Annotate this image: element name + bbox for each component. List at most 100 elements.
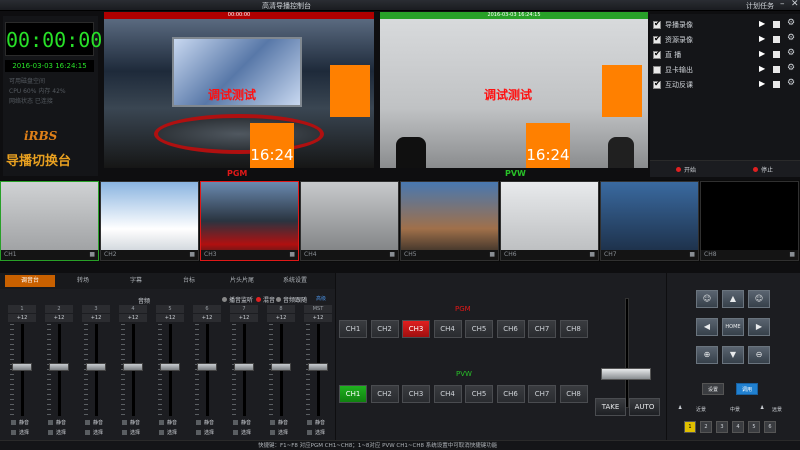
source-thumb-ch5[interactable]: CH5 ■ [400,181,499,261]
preset-6[interactable]: 6 [764,421,776,433]
task-row[interactable]: 显卡输出 ▶ ⚙ [651,63,799,77]
task-row[interactable]: 资源录像 ▶ ⚙ [651,33,799,47]
close-button[interactable]: ✕ [791,0,799,9]
near-shot-icon[interactable]: ♟ [678,405,682,411]
gear-icon[interactable]: ⚙ [787,33,795,43]
task-row[interactable]: 互动反课 ▶ ⚙ [651,78,799,92]
solo-toggle[interactable]: 选择 [11,429,37,437]
source-thumb-ch6[interactable]: CH6 ■ [500,181,599,261]
play-icon[interactable]: ▶ [759,19,765,28]
ptz-person-icon[interactable]: ☺ [696,290,718,308]
source-thumb-ch3[interactable]: CH3 ■ [200,181,299,261]
preset-4[interactable]: 4 [732,421,744,433]
task-checkbox[interactable] [653,66,661,74]
task-checkbox[interactable] [653,34,661,44]
pvw-button-ch1[interactable]: CH1 [339,385,367,403]
pvw-button-ch7[interactable]: CH7 [528,385,556,403]
schedule-menu[interactable]: 计划任务 [746,1,774,11]
pvw-button-ch4[interactable]: CH4 [433,385,462,403]
task-row[interactable]: 直 播 ▶ ⚙ [651,48,799,62]
mute-toggle[interactable]: 静音 [233,419,259,427]
ptz-home-button[interactable]: HOME [722,318,744,336]
solo-toggle[interactable]: 选择 [122,429,148,437]
gear-icon[interactable]: ⚙ [787,48,795,58]
advanced-link[interactable]: 高级 [316,295,326,302]
stop-icon[interactable] [773,66,780,73]
pvw-button-ch2[interactable]: CH2 [370,385,399,403]
mute-toggle[interactable]: 静音 [307,419,333,427]
far-shot-icon[interactable]: ♟ [760,405,764,411]
mute-toggle[interactable]: 静音 [159,419,185,427]
ptz-person-icon[interactable]: ☺ [748,290,770,308]
preset-2[interactable]: 2 [700,421,712,433]
fader-knob[interactable] [271,363,291,371]
preset-5[interactable]: 5 [748,421,760,433]
solo-toggle[interactable]: 选择 [48,429,74,437]
play-icon[interactable]: ▶ [759,64,765,73]
mix-radio[interactable]: 混音 [256,295,275,304]
ptz-left-icon[interactable]: ◀ [696,318,718,336]
mute-toggle[interactable]: 静音 [48,419,74,427]
start-all-button[interactable]: 开始 [676,165,696,174]
tab-system-settings[interactable]: 系统设置 [270,275,320,287]
pgm-button-ch3[interactable]: CH3 [402,320,430,338]
task-row[interactable]: 导播录像 ▶ ⚙ [651,18,799,32]
pgm-button-ch6[interactable]: CH6 [496,320,525,338]
fader-knob[interactable] [160,363,180,371]
tab-station-logo[interactable]: 台标 [164,275,214,287]
source-thumb-ch7[interactable]: CH7 ■ [600,181,699,261]
follow-radio[interactable]: 音频跟随 [276,295,307,304]
take-button[interactable]: TAKE [595,398,626,416]
preset-call-button[interactable]: 调用 [736,383,758,395]
pvw-button-ch5[interactable]: CH5 [465,385,493,403]
minimize-button[interactable]: – [780,0,785,9]
pgm-button-ch8[interactable]: CH8 [559,320,588,338]
pvw-button-ch8[interactable]: CH8 [559,385,588,403]
source-thumb-ch2[interactable]: CH2 ■ [100,181,199,261]
stop-icon[interactable] [773,51,780,58]
ptz-up-icon[interactable]: ▲ [722,290,744,308]
tab-transition[interactable]: 转场 [58,275,108,287]
ptz-right-icon[interactable]: ▶ [748,318,770,336]
pvw-button-ch3[interactable]: CH3 [402,385,430,403]
fader-knob[interactable] [123,363,143,371]
play-icon[interactable]: ▶ [759,49,765,58]
far-shot-label[interactable]: 远景 [772,406,782,413]
stop-icon[interactable] [773,21,780,28]
stop-icon[interactable] [773,81,780,88]
pvw-button-ch6[interactable]: CH6 [496,385,525,403]
solo-toggle[interactable]: 选择 [196,429,222,437]
fader-knob[interactable] [86,363,106,371]
solo-toggle[interactable]: 选择 [307,429,333,437]
preset-set-button[interactable]: 设置 [702,383,724,395]
tab-intro-outro[interactable]: 片头片尾 [217,275,267,287]
task-checkbox[interactable] [653,49,661,59]
tbar-handle[interactable] [601,368,651,380]
preset-1[interactable]: 1 [684,421,696,433]
gear-icon[interactable]: ⚙ [787,18,795,28]
source-thumb-ch8[interactable]: CH8 ■ [700,181,799,261]
stop-icon[interactable] [773,36,780,43]
task-checkbox[interactable] [653,79,661,89]
play-icon[interactable]: ▶ [759,79,765,88]
preset-3[interactable]: 3 [716,421,728,433]
solo-toggle[interactable]: 选择 [270,429,296,437]
pgm-button-ch5[interactable]: CH5 [465,320,493,338]
solo-toggle[interactable]: 选择 [85,429,111,437]
fader-knob[interactable] [234,363,254,371]
tab-mixer[interactable]: 调音台 [5,275,55,287]
fader-knob[interactable] [308,363,328,371]
solo-toggle[interactable]: 选择 [159,429,185,437]
tab-subtitle[interactable]: 字幕 [111,275,161,287]
solo-toggle[interactable]: 选择 [233,429,259,437]
mute-toggle[interactable]: 静音 [270,419,296,427]
pgm-button-ch7[interactable]: CH7 [528,320,556,338]
stop-all-button[interactable]: 停止 [753,165,773,174]
zoom-in-icon[interactable]: ⊕ [696,346,718,364]
gear-icon[interactable]: ⚙ [787,78,795,88]
source-thumb-ch1[interactable]: CH1 ■ [0,181,99,261]
fader-knob[interactable] [49,363,69,371]
mid-shot-label[interactable]: 中景 [730,406,740,413]
source-thumb-ch4[interactable]: CH4 ■ [300,181,399,261]
pgm-button-ch4[interactable]: CH4 [433,320,462,338]
